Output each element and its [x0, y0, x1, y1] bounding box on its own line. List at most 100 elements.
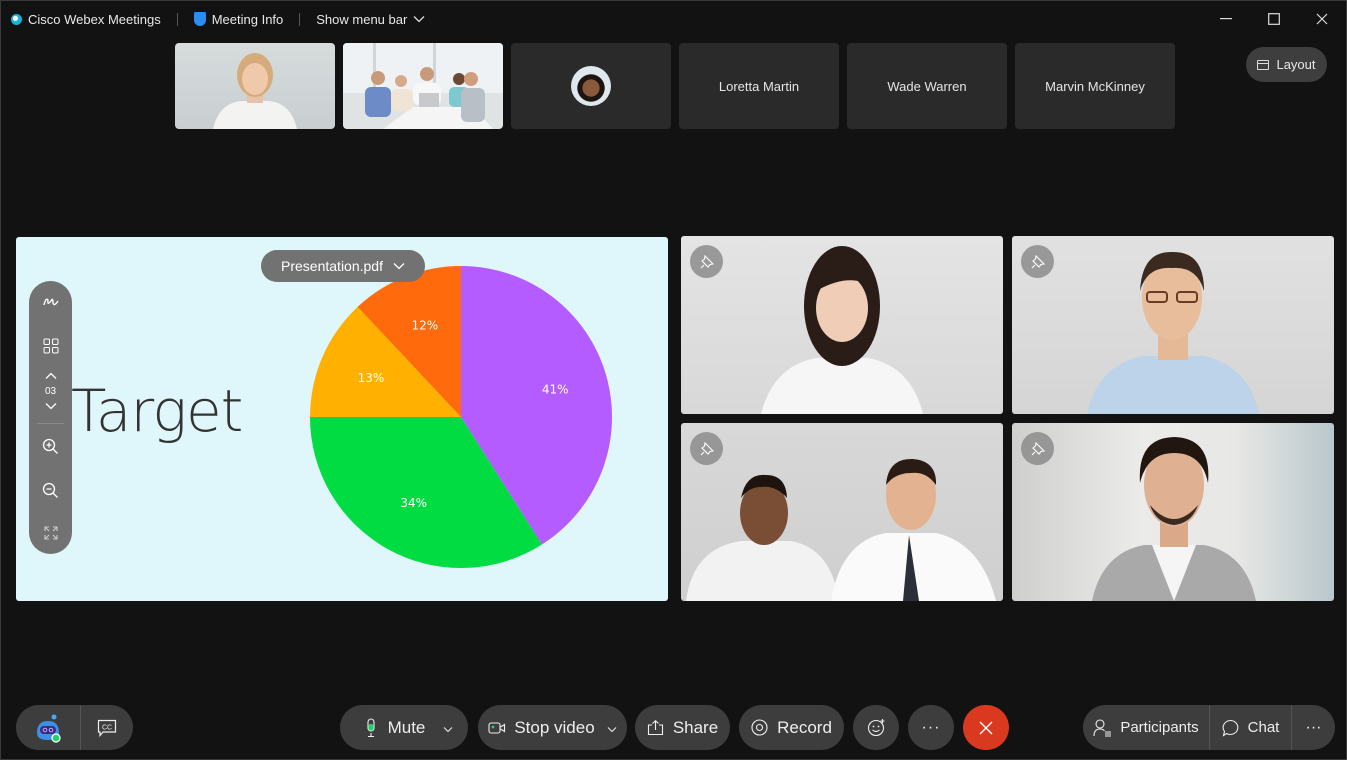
- share-button[interactable]: Share: [635, 705, 730, 750]
- chevron-up-icon: [45, 372, 56, 379]
- pin-video-button[interactable]: [690, 245, 723, 278]
- audio-options-button[interactable]: [443, 718, 453, 738]
- meeting-info-label: Meeting Info: [211, 11, 284, 27]
- stop-video-button[interactable]: Stop video: [488, 717, 595, 738]
- divider: [37, 423, 64, 424]
- zoom-out-icon: [42, 482, 58, 498]
- layout-icon: [1257, 59, 1270, 70]
- svg-text:CC: CC: [102, 724, 112, 731]
- maximize-icon: [1268, 13, 1280, 25]
- participant-video-tile[interactable]: [1012, 236, 1334, 414]
- video-camera-icon: [488, 721, 506, 734]
- annotate-button[interactable]: [29, 291, 72, 313]
- ai-assistant-button[interactable]: [16, 705, 80, 750]
- title-bar: Cisco Webex Meetings Meeting Info Show m…: [1, 1, 1346, 37]
- participant-video-tile[interactable]: [1012, 423, 1334, 601]
- leave-meeting-button[interactable]: [963, 705, 1009, 750]
- annotate-pen-icon: [42, 298, 59, 306]
- participant-video-tile[interactable]: [681, 423, 1003, 601]
- more-options-button[interactable]: ···: [908, 705, 954, 750]
- window-controls: [1202, 1, 1346, 37]
- minimize-icon: [1220, 18, 1232, 20]
- previous-page-button[interactable]: [29, 369, 72, 383]
- zoom-out-button[interactable]: [29, 480, 72, 500]
- filmstrip-name-tile[interactable]: Wade Warren: [847, 43, 1007, 129]
- chevron-down-icon: [393, 263, 405, 270]
- mute-label: Mute: [387, 717, 426, 737]
- panels-group: Participants Chat ···: [1083, 705, 1335, 750]
- chevron-down-icon: [607, 726, 617, 732]
- video-control: Stop video: [478, 705, 627, 750]
- participant-video: [1087, 251, 1259, 414]
- participant-video-tile[interactable]: [681, 236, 1003, 414]
- next-page-button[interactable]: [29, 399, 72, 413]
- pie-chart: 41% 34% 13% 12%: [310, 266, 613, 568]
- participant-video: [1092, 437, 1256, 601]
- reactions-button[interactable]: [853, 705, 899, 750]
- pin-video-button[interactable]: [690, 432, 723, 465]
- video-options-button[interactable]: [607, 718, 617, 738]
- participants-label: Participants: [1120, 719, 1199, 736]
- chat-label: Chat: [1247, 719, 1280, 736]
- participant-name: Marvin McKinney: [1045, 78, 1145, 94]
- pie-label: 13%: [358, 371, 385, 385]
- shield-icon: [193, 12, 206, 26]
- pin-video-button[interactable]: [1021, 245, 1054, 278]
- pin-video-button[interactable]: [1021, 432, 1054, 465]
- app-name: Cisco Webex Meetings: [28, 11, 161, 27]
- share-upload-icon: [647, 719, 663, 735]
- pin-icon: [1031, 254, 1045, 268]
- chevron-down-icon: [45, 403, 56, 410]
- more-icon: ···: [1305, 718, 1322, 736]
- participant-avatar: [571, 66, 611, 106]
- slide-title: Target: [71, 377, 243, 445]
- divider: [299, 12, 301, 26]
- zoom-in-icon: [42, 438, 58, 454]
- pie-label: 41%: [542, 383, 569, 397]
- fit-to-screen-button[interactable]: [29, 523, 72, 543]
- participants-button[interactable]: Participants: [1083, 705, 1209, 750]
- participant-name: Loretta Martin: [718, 78, 800, 94]
- webex-logo-icon: [11, 13, 22, 25]
- mute-button[interactable]: Mute: [355, 717, 426, 738]
- closed-captions-button[interactable]: CC: [81, 705, 133, 750]
- zoom-in-button[interactable]: [29, 436, 72, 456]
- stop-video-label: Stop video: [514, 717, 595, 737]
- minimize-button[interactable]: [1202, 1, 1250, 37]
- more-panels-button[interactable]: ···: [1292, 705, 1335, 750]
- filmstrip-video-tile[interactable]: [343, 43, 503, 129]
- record-button[interactable]: Record: [739, 705, 844, 750]
- layout-button[interactable]: Layout: [1246, 47, 1327, 82]
- filmstrip-video-tile[interactable]: [175, 43, 335, 129]
- pie-label: 12%: [412, 319, 439, 333]
- maximize-button[interactable]: [1250, 1, 1298, 37]
- record-label: Record: [777, 717, 832, 737]
- chevron-down-icon: [443, 726, 453, 732]
- participant-video: [343, 43, 503, 129]
- meeting-info-button[interactable]: Meeting Info: [193, 11, 284, 27]
- chevron-down-icon: [413, 16, 425, 23]
- reaction-emoji-icon: [867, 719, 884, 737]
- close-window-button[interactable]: [1298, 1, 1346, 37]
- close-icon: [1316, 13, 1328, 25]
- thumbnails-button[interactable]: [29, 335, 72, 357]
- filmstrip-name-tile[interactable]: Marvin McKinney: [1015, 43, 1175, 129]
- microphone-icon: [367, 717, 375, 737]
- record-icon: [751, 719, 768, 736]
- shared-file-dropdown[interactable]: Presentation.pdf: [261, 250, 425, 282]
- more-icon: ···: [921, 718, 941, 736]
- assistant-cc-group: CC: [16, 705, 133, 750]
- mute-control: Mute: [340, 705, 468, 750]
- chat-button[interactable]: Chat: [1210, 705, 1291, 750]
- divider: [176, 12, 178, 26]
- layout-label: Layout: [1276, 57, 1316, 72]
- filmstrip-avatar-tile[interactable]: [511, 43, 671, 129]
- chat-bubble-icon: [1222, 719, 1239, 737]
- shared-file-name: Presentation.pdf: [281, 258, 383, 274]
- show-menu-bar-button[interactable]: Show menu bar: [316, 12, 425, 27]
- ai-assistant-robot-icon: [37, 714, 61, 743]
- filmstrip-name-tile[interactable]: Loretta Martin: [679, 43, 839, 129]
- app-title: Cisco Webex Meetings: [1, 12, 161, 27]
- grid-icon: [43, 338, 58, 354]
- show-menu-bar-label: Show menu bar: [316, 11, 408, 27]
